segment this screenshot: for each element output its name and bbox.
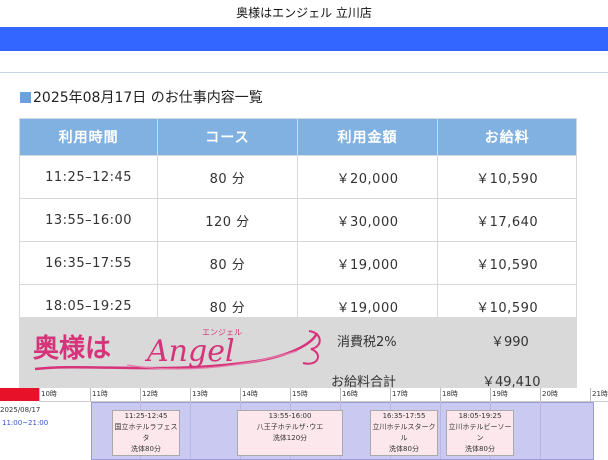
- timeline-shift: 11:00~21:00: [2, 419, 49, 427]
- hour-tick: [540, 388, 541, 401]
- column-header-time: 利用時間: [18, 118, 159, 156]
- hour-label: 13時: [192, 390, 208, 398]
- hour-label: 18時: [442, 390, 458, 398]
- hour-label: 19時: [492, 390, 508, 398]
- summary-panel: 奥様は Angel エンジェル 消費税2% ￥990 お給料合計 ￥49,410: [19, 317, 577, 390]
- hour-label: 16時: [342, 390, 358, 398]
- shop-title: 奥様はエンジェル 立川店: [0, 0, 608, 26]
- logo-text: 奥様は: [33, 333, 111, 364]
- table-row: 13:55–16:00 120 分 ￥30,000 ￥17,640: [18, 198, 577, 242]
- hour-tick: [590, 388, 591, 401]
- hour-label: 11時: [92, 390, 108, 398]
- hour-tick: [390, 388, 391, 401]
- cell-course: 80 分: [157, 241, 298, 285]
- cell-pay: ￥10,590: [437, 241, 577, 285]
- logo-small-text: エンジェル: [202, 328, 242, 337]
- logo-script: Angel: [144, 334, 235, 369]
- cell-amount: ￥30,000: [296, 198, 439, 242]
- timeline-job[interactable]: 16:35-17:55 立川ホテルスタークル 洗体80分: [370, 410, 438, 456]
- cell-amount: ￥20,000: [296, 155, 439, 199]
- hour-label: 21時: [592, 390, 608, 398]
- job-course: 洗体80分: [465, 445, 495, 453]
- square-bullet-icon: [20, 92, 31, 103]
- angel-logo: 奥様は Angel エンジェル: [33, 328, 321, 371]
- job-time: 16:35-17:55: [382, 412, 426, 420]
- hour-tick: [490, 388, 491, 401]
- timeline-date: 2025/08/17: [0, 406, 41, 414]
- column-header-amount: 利用金額: [296, 118, 439, 156]
- hour-label: 12時: [142, 390, 158, 398]
- job-hotel: 立川ホテルビーソーン: [448, 423, 512, 442]
- table-row: 16:35–17:55 80 分 ￥19,000 ￥10,590: [18, 241, 577, 285]
- job-time: 11:25-12:45: [124, 412, 168, 420]
- hour-tick: [240, 388, 241, 401]
- cell-time: 13:55–16:00: [18, 198, 159, 242]
- job-hotel: 国立ホテルラフェスタ: [114, 423, 178, 442]
- column-header-pay: お給料: [437, 118, 577, 156]
- job-hotel: 八王子ホテルザ･ウエ: [256, 423, 324, 431]
- nav-bar: [0, 27, 608, 51]
- hour-tick: [90, 388, 91, 401]
- cell-course: 80 分: [157, 155, 298, 199]
- timeline-gridline: [190, 402, 191, 459]
- timeline-gridline: [540, 402, 541, 459]
- timeline-marker: [0, 388, 39, 401]
- cell-time: 16:35–17:55: [18, 241, 159, 285]
- hour-tick: [340, 388, 341, 401]
- jobs-table: 利用時間 コース 利用金額 お給料 11:25–12:45 80 分 ￥20,0…: [18, 118, 577, 328]
- hour-tick: [140, 388, 141, 401]
- hour-label: 14時: [242, 390, 258, 398]
- job-course: 洗体80分: [131, 445, 161, 453]
- cell-pay: ￥10,590: [437, 155, 577, 199]
- job-course: 洗体80分: [389, 445, 419, 453]
- job-time: 13:55-16:00: [268, 412, 312, 420]
- hour-tick: [440, 388, 441, 401]
- column-header-course: コース: [157, 118, 298, 156]
- job-course: 洗体120分: [272, 434, 308, 442]
- hour-tick: [39, 388, 40, 401]
- table-row: 11:25–12:45 80 分 ￥20,000 ￥10,590: [18, 155, 577, 199]
- table-header-row: 利用時間 コース 利用金額 お給料: [18, 118, 577, 156]
- timeline-job[interactable]: 11:25-12:45 国立ホテルラフェスタ 洗体80分: [112, 410, 180, 456]
- timeline-gridline: [440, 402, 441, 459]
- job-time: 18:05-19:25: [458, 412, 502, 420]
- job-hotel: 立川ホテルスタークル: [372, 423, 436, 442]
- cell-pay: ￥17,640: [437, 198, 577, 242]
- hour-tick: [190, 388, 191, 401]
- cell-amount: ￥19,000: [296, 241, 439, 285]
- hour-label: 20時: [542, 390, 558, 398]
- tax-value: ￥990: [491, 335, 529, 350]
- hour-tick: [290, 388, 291, 401]
- timeline-hours: 10時 11時 12時 13時 14時 15時 16時 17時 18時 19時 …: [39, 388, 608, 402]
- cell-time: 11:25–12:45: [18, 155, 159, 199]
- timeline-job[interactable]: 18:05-19:25 立川ホテルビーソーン 洗体80分: [446, 410, 514, 456]
- timeline-job[interactable]: 13:55-16:00 八王子ホテルザ･ウエ 洗体120分: [237, 410, 343, 456]
- page-heading-text: 2025年08月17日 のお仕事内容一覧: [33, 90, 263, 106]
- divider: [0, 72, 608, 73]
- cell-course: 120 分: [157, 198, 298, 242]
- page-heading: 2025年08月17日 のお仕事内容一覧: [20, 87, 263, 107]
- hour-label: 15時: [292, 390, 308, 398]
- schedule-timeline: 10時 11時 12時 13時 14時 15時 16時 17時 18時 19時 …: [0, 388, 608, 460]
- tax-label: 消費税2%: [337, 335, 397, 350]
- hour-label: 10時: [41, 390, 57, 398]
- hour-label: 17時: [392, 390, 408, 398]
